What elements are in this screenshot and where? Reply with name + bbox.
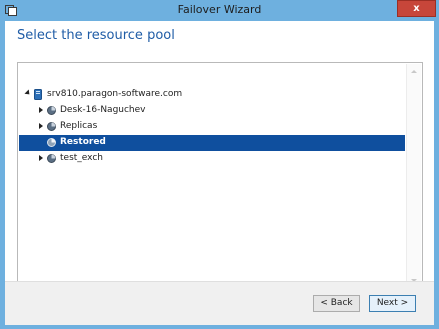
tree-item-test-exch[interactable]: test_exch [19,151,405,167]
resource-pool-icon [47,154,56,163]
tree-item-label: Replicas [60,121,98,131]
close-button[interactable]: x [397,0,436,17]
resource-pool-icon [47,122,56,131]
resource-pool-icon [47,138,56,147]
tree-root-item[interactable]: srv810.paragon-software.com [19,87,405,103]
title-bar[interactable]: Failover Wizard x [0,0,439,21]
wizard-content: Select the resource pool srv810.paragon-… [5,21,434,325]
expand-arrow-icon[interactable] [39,155,43,161]
close-icon: x [413,3,420,14]
tree-item-replicas[interactable]: Replicas [19,119,405,135]
tree-root-label: srv810.paragon-software.com [47,89,183,99]
expand-arrow-icon[interactable] [39,107,43,113]
tree-item-restored[interactable]: Restored [19,135,405,151]
next-button[interactable]: Next > [369,295,416,312]
window-title: Failover Wizard [177,3,262,16]
server-icon [34,89,42,100]
expand-arrow-icon[interactable] [39,123,43,129]
vertical-scrollbar[interactable] [406,64,421,288]
collapse-arrow-icon[interactable] [24,89,32,97]
tree-item-desk-16-naguchev[interactable]: Desk-16-Naguchev [19,103,405,119]
scroll-up-arrow-icon[interactable] [411,70,417,73]
wizard-footer: < Back Next > [5,281,434,325]
tree-item-label: Restored [60,137,106,147]
page-heading: Select the resource pool [17,28,175,43]
resource-pool-icon [47,106,56,115]
back-button[interactable]: < Back [313,295,360,312]
resource-pool-tree[interactable]: srv810.paragon-software.com Desk-16-Nagu… [17,62,423,290]
tree-item-label: Desk-16-Naguchev [60,105,146,115]
wizard-window: Failover Wizard x Select the resource po… [0,0,439,329]
tree-item-label: test_exch [60,153,103,163]
